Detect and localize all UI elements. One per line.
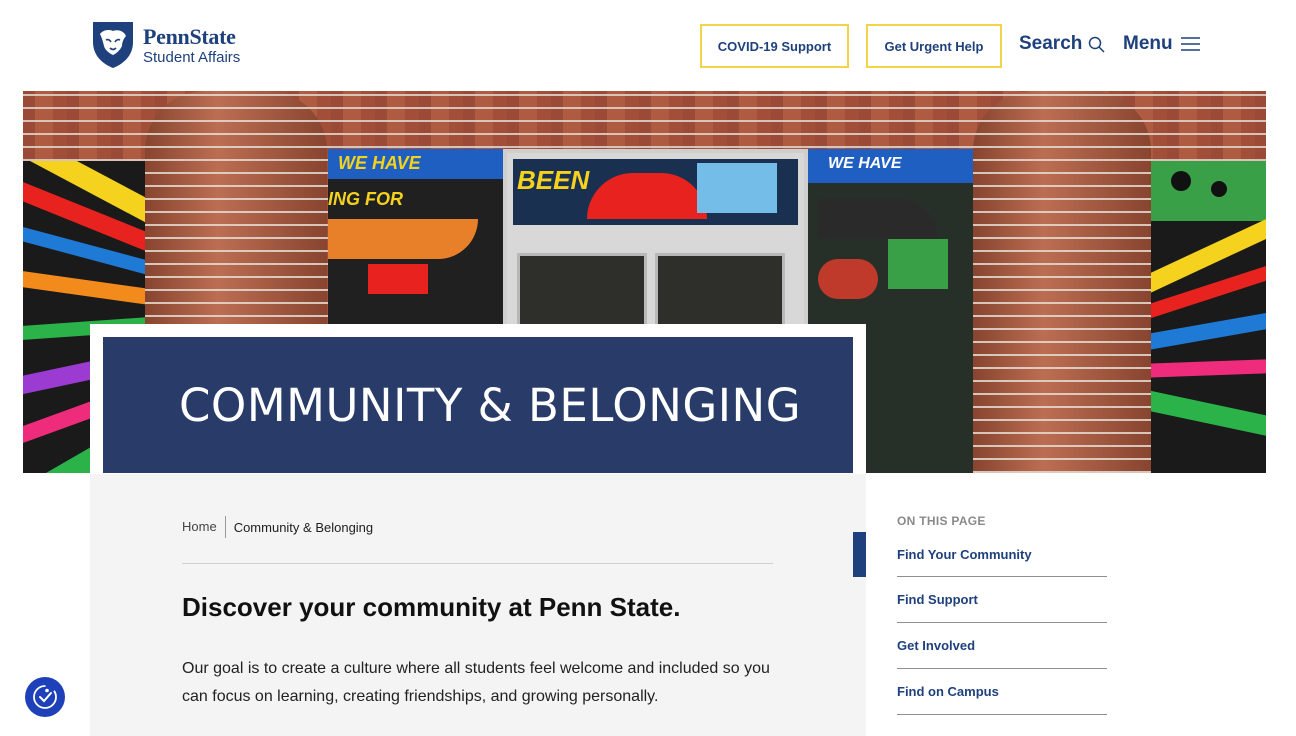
page-title-banner: COMMUNITY & BELONGING: [103, 337, 853, 473]
menu-button[interactable]: Menu: [1123, 33, 1200, 55]
content-card: COMMUNITY & BELONGING Home Community & B…: [90, 324, 866, 736]
search-label: Search: [1019, 33, 1083, 54]
search-button[interactable]: Search: [1019, 33, 1105, 55]
intro-paragraph: Our goal is to create a culture where al…: [182, 660, 770, 705]
otp-link-find-on-campus[interactable]: Find on Campus: [897, 669, 1107, 715]
logo-subtitle: Student Affairs: [143, 48, 241, 66]
otp-link-find-support[interactable]: Find Support: [897, 577, 1107, 623]
accessibility-button[interactable]: [25, 677, 65, 717]
mural-window-center-left: WE HAVE ING FOR: [328, 149, 503, 324]
search-icon: [1089, 36, 1105, 53]
accessibility-icon: [33, 685, 57, 709]
on-this-page-title: ON THIS PAGE: [897, 514, 986, 528]
page-title: COMMUNITY & BELONGING: [179, 378, 802, 432]
mural-window-right: [1151, 161, 1266, 473]
urgent-help-button[interactable]: Get Urgent Help: [866, 24, 1002, 68]
breadcrumb: Home Community & Belonging: [182, 516, 373, 538]
mural-phrase: WE HAVE: [828, 155, 902, 172]
section-heading: Discover your community at Penn State.: [182, 592, 681, 622]
hamburger-menu-icon: [1180, 37, 1200, 51]
mural-phrase: ING FOR: [328, 189, 403, 209]
breadcrumb-current: Community & Belonging: [233, 519, 374, 535]
mural-phrase: WE HAVE: [338, 153, 421, 173]
mural-phrase: BEEN: [517, 165, 590, 195]
menu-label: Menu: [1123, 33, 1173, 54]
brick-pillar-right: [973, 91, 1151, 473]
breadcrumb-home-link[interactable]: Home: [182, 516, 226, 538]
penn-state-shield-icon: [93, 22, 133, 68]
logo-name: PennState: [143, 23, 236, 49]
otp-link-get-involved[interactable]: Get Involved: [897, 623, 1107, 669]
covid-support-button[interactable]: COVID-19 Support: [700, 24, 849, 68]
otp-link-find-your-community[interactable]: Find Your Community: [897, 531, 1107, 577]
site-logo[interactable]: PennState Student Affairs: [91, 20, 240, 70]
divider: [182, 563, 773, 564]
active-section-marker: [853, 532, 866, 577]
on-this-page-nav: ON THIS PAGE Find Your Community Find Su…: [897, 514, 1107, 715]
